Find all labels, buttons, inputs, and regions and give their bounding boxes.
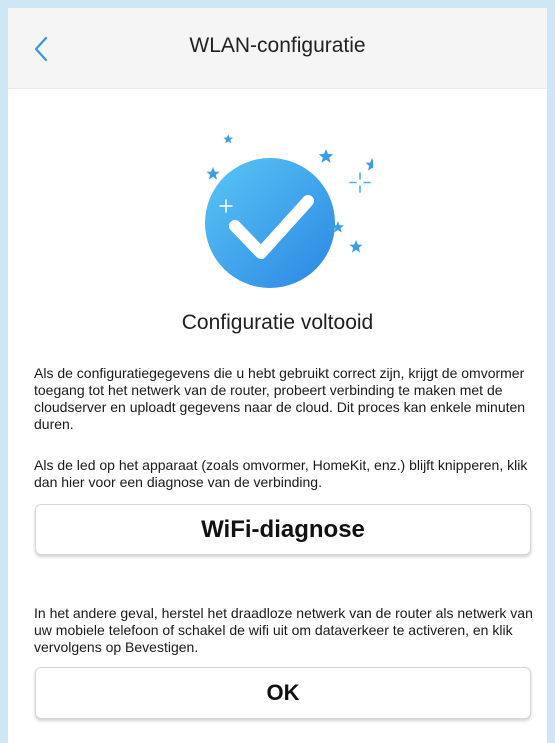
success-illustration <box>193 123 379 303</box>
header-bar: WLAN-configuratie <box>8 8 547 89</box>
page-title: WLAN-configuratie <box>189 34 366 57</box>
ok-button[interactable]: OK <box>35 667 531 719</box>
app-screen: WLAN-configuratie Configuratie voltooid … <box>8 8 547 743</box>
diagnose-hint-paragraph: Als de led op het apparaat (zoals omvorm… <box>34 457 528 490</box>
fallback-paragraph: In het andere geval, herstel het draadlo… <box>34 605 533 655</box>
status-heading: Configuratie voltooid <box>181 311 374 334</box>
wifi-diagnose-button[interactable]: WiFi-diagnose <box>35 504 531 555</box>
check-circle-icon <box>205 134 379 288</box>
info-paragraph: Als de configuratiegegevens die u hebt g… <box>34 365 526 432</box>
